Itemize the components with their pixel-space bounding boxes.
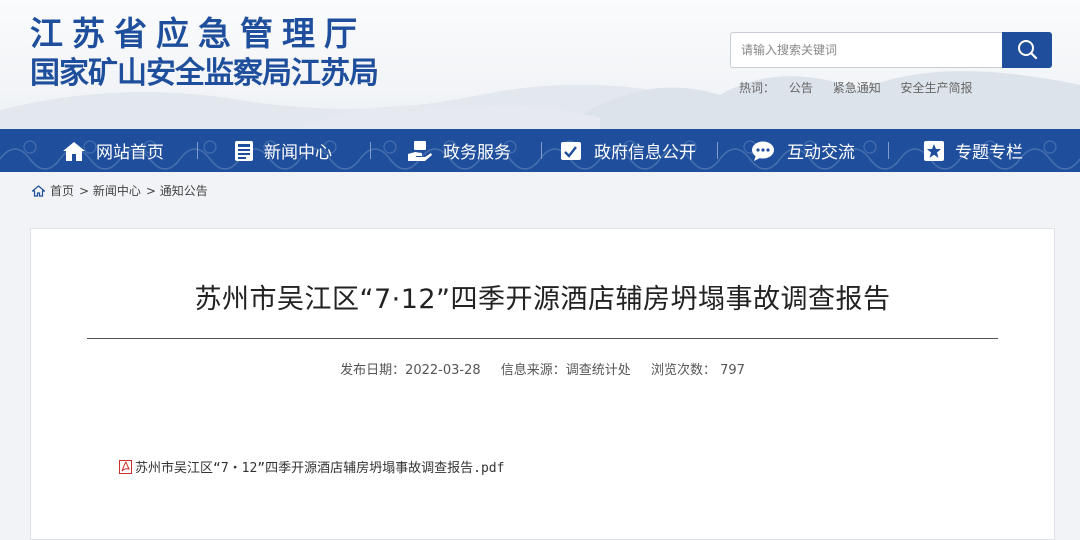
hot-words: 热词： 公告 紧急通知 安全生产简报: [739, 79, 989, 96]
news-icon: [235, 140, 253, 161]
attachment-link[interactable]: 苏州市吴江区“7・12”四季开源酒店辅房坍塌事故调查报告.pdf: [119, 457, 504, 476]
breadcrumb-notices[interactable]: > 通知公告: [146, 182, 208, 199]
home-icon: [63, 141, 85, 161]
title-divider: [87, 338, 998, 339]
nav-item-label: 新闻中心: [264, 143, 332, 163]
nav-item-special-topics[interactable]: 专题专栏: [923, 129, 1023, 172]
article-meta: 发布日期：2022-03-28 信息来源：调查统计处 浏览次数： 797: [31, 359, 1054, 378]
nav-divider: [197, 142, 198, 159]
site-logo-title[interactable]: 江苏省应急管理厅: [30, 14, 366, 54]
nav-item-label: 专题专栏: [955, 143, 1023, 163]
info-icon: [561, 141, 581, 160]
nav-item-service[interactable]: 政务服务: [407, 129, 511, 172]
bookmark-icon: [924, 140, 944, 161]
search-input[interactable]: [730, 32, 1011, 68]
site-header: 江苏省应急管理厅 国家矿山安全监察局江苏局 热词： 公告 紧急通知 安全生产简报: [0, 0, 1080, 129]
nav-item-home[interactable]: 网站首页: [62, 129, 164, 172]
publish-date: 发布日期：2022-03-28: [340, 363, 481, 378]
breadcrumb-news-center[interactable]: > 新闻中心: [79, 182, 141, 199]
hot-words-label: 热词：: [739, 81, 776, 95]
nav-divider: [541, 142, 542, 159]
search-button[interactable]: [1002, 32, 1052, 68]
nav-item-news[interactable]: 新闻中心: [234, 129, 332, 172]
article-title: 苏州市吴江区“7·12”四季开源酒店辅房坍塌事故调查报告: [194, 284, 891, 315]
chat-icon: [752, 141, 774, 161]
home-icon: [32, 184, 45, 197]
nav-item-label: 政府信息公开: [594, 143, 696, 163]
view-count: 浏览次数： 797: [650, 363, 745, 378]
nav-divider: [370, 142, 371, 159]
nav-item-interaction[interactable]: 互动交流: [751, 129, 855, 172]
breadcrumb-home[interactable]: 首页: [50, 182, 74, 199]
hot-word-link[interactable]: 紧急通知: [833, 81, 881, 95]
nav-item-label: 网站首页: [96, 143, 164, 163]
service-icon: [408, 140, 432, 161]
nav-item-label: 互动交流: [787, 143, 855, 163]
info-source: 信息来源：调查统计处: [500, 363, 631, 378]
nav-divider: [717, 142, 718, 159]
search-icon: [1018, 40, 1038, 60]
search-bar: [730, 32, 1052, 68]
hot-word-link[interactable]: 安全生产简报: [901, 81, 973, 95]
hot-word-link[interactable]: 公告: [789, 81, 813, 95]
nav-divider: [888, 142, 889, 159]
article-panel: 苏州市吴江区“7·12”四季开源酒店辅房坍塌事故调查报告 发布日期：2022-0…: [30, 228, 1055, 540]
pdf-icon: [119, 459, 132, 474]
breadcrumb: 首页 > 新闻中心 > 通知公告: [32, 182, 213, 199]
nav-item-label: 政务服务: [443, 143, 511, 163]
main-nav: 网站首页 新闻中心 政务服务 政府信息公开 互动交流 专题专栏: [0, 129, 1080, 172]
site-logo-subtitle[interactable]: 国家矿山安全监察局江苏局: [30, 54, 379, 94]
nav-item-info-disclosure[interactable]: 政府信息公开: [560, 129, 696, 172]
attachment-filename: 苏州市吴江区“7・12”四季开源酒店辅房坍塌事故调查报告.pdf: [135, 461, 505, 476]
